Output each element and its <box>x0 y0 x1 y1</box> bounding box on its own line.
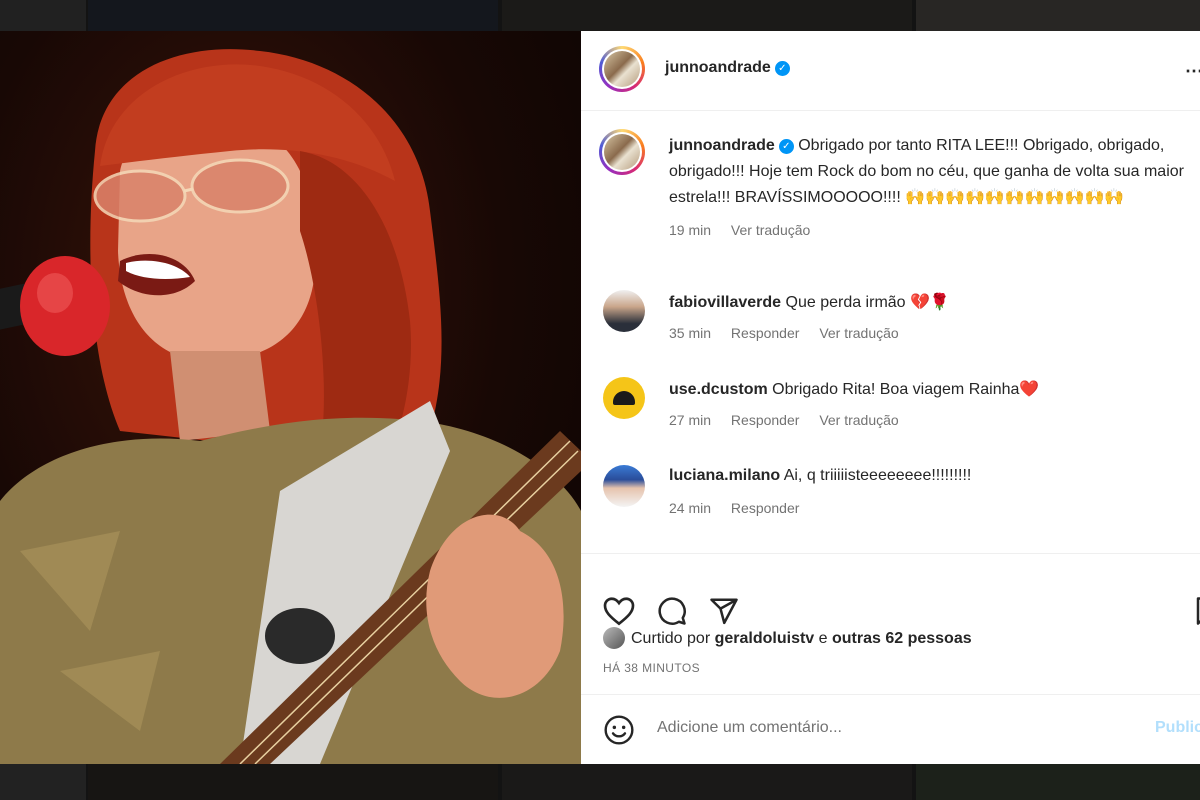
post-actions: Curtido por geraldoluistv e outras 62 pe… <box>581 553 1200 694</box>
verified-check-icon: ✓ <box>778 139 794 154</box>
heart-icon[interactable] <box>603 596 635 626</box>
singer-illustration <box>0 49 581 764</box>
comment-bubble-icon[interactable] <box>657 596 687 626</box>
comment-text: Que perda irmão 💔🌹 <box>785 294 950 311</box>
translate-link[interactable]: Ver tradução <box>819 412 898 428</box>
comment-input[interactable] <box>655 718 1119 738</box>
liker-username[interactable]: geraldoluistv <box>715 630 815 647</box>
reply-link[interactable]: Responder <box>731 500 800 516</box>
commenter-avatar[interactable] <box>603 290 645 332</box>
commenter-username[interactable]: use.dcustom <box>669 381 768 398</box>
translate-link[interactable]: Ver tradução <box>819 325 898 341</box>
author-username[interactable]: junnoandrade <box>665 59 771 76</box>
post-image[interactable] <box>0 31 581 764</box>
comment-text: Obrigado Rita! Boa viagem Rainha❤️ <box>772 381 1040 398</box>
likes-others-link[interactable]: outras 62 pessoas <box>832 630 972 647</box>
publish-button[interactable]: Publicar <box>1155 719 1200 737</box>
comment-time: 35 min <box>669 325 712 341</box>
reply-link[interactable]: Responder <box>731 325 800 341</box>
caption-time: 19 min <box>669 222 712 238</box>
comment-time: 27 min <box>669 412 712 428</box>
commenter-username[interactable]: luciana.milano <box>669 467 780 484</box>
comment-form: Publicar <box>581 694 1200 764</box>
caption-avatar[interactable] <box>599 129 645 175</box>
post-header: junnoandrade ✓ ⋯ <box>581 31 1200 111</box>
bookmark-icon[interactable] <box>1195 596 1200 626</box>
verified-check-icon: ✓ <box>774 61 790 76</box>
caption-translate-link[interactable]: Ver tradução <box>731 222 810 238</box>
comment-item: use.dcustom Obrigado Rita! Boa viagem Ra… <box>603 377 1200 447</box>
comment-item: fabiovillaverde Que perda irmão 💔🌹 35 mi… <box>603 290 1200 360</box>
emoji-icon[interactable] <box>603 714 635 746</box>
post-timestamp[interactable]: HÁ 38 MINUTOS <box>603 661 700 675</box>
liker-avatar[interactable] <box>603 627 625 649</box>
post-details-panel: junnoandrade ✓ ⋯ junnoandrade ✓ Obrigado p… <box>581 31 1200 764</box>
caption-username[interactable]: junnoandrade <box>669 137 775 154</box>
send-icon[interactable] <box>709 596 739 626</box>
likes-summary: Curtido por geraldoluistv e outras 62 pe… <box>603 627 972 649</box>
post-caption: junnoandrade ✓ Obrigado por tanto RITA LE… <box>669 133 1200 243</box>
commenter-username[interactable]: fabiovillaverde <box>669 294 781 311</box>
comment-text: Ai, q triiiiisteeeeeeee!!!!!!!!! <box>783 467 972 484</box>
comment-item: luciana.milano Ai, q triiiiisteeeeeeee!!… <box>603 465 1200 535</box>
commenter-avatar[interactable] <box>603 377 645 419</box>
more-options-icon[interactable]: ⋯ <box>1185 61 1200 82</box>
author-avatar[interactable] <box>599 46 645 92</box>
reply-link[interactable]: Responder <box>731 412 800 428</box>
comment-time: 24 min <box>669 500 712 516</box>
commenter-avatar[interactable] <box>603 465 645 507</box>
